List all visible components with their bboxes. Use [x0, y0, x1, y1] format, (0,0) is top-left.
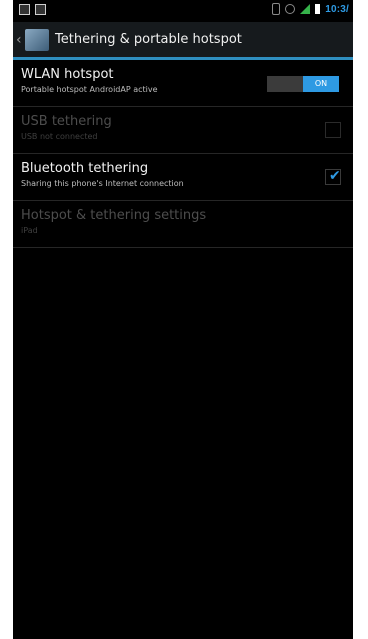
usb-tethering-item: USB tethering USB not connected	[13, 107, 353, 154]
checkmark-icon: ✔	[329, 168, 341, 184]
page-title: Tethering & portable hotspot	[55, 32, 242, 47]
hotspot-settings-item: Hotspot & tethering settings iPad	[13, 201, 353, 248]
status-bar: 10:3/	[13, 0, 353, 22]
alarm-icon	[285, 4, 296, 14]
back-chevron-icon[interactable]: ‹	[16, 32, 22, 48]
status-time: 10:3/	[325, 3, 349, 15]
hotspot-settings-title: Hotspot & tethering settings	[21, 208, 207, 223]
usb-tethering-checkbox	[325, 122, 341, 138]
settings-app-icon[interactable]	[25, 29, 49, 51]
bluetooth-tethering-summary: Sharing this phone's Internet connection	[21, 179, 184, 188]
gallery-icon	[35, 4, 46, 15]
status-bar-right: 10:3/	[272, 3, 349, 15]
usb-tethering-summary: USB not connected	[21, 132, 98, 141]
usb-tethering-title: USB tethering	[21, 114, 112, 129]
signal-icon	[300, 4, 311, 14]
wlan-hotspot-toggle[interactable]: ON	[267, 76, 339, 92]
bluetooth-icon	[272, 3, 281, 15]
toggle-on-thumb: ON	[303, 76, 339, 92]
wlan-hotspot-item[interactable]: WLAN hotspot Portable hotspot AndroidAP …	[13, 60, 353, 107]
hotspot-settings-summary: iPad	[21, 226, 38, 235]
action-bar: ‹ Tethering & portable hotspot	[13, 22, 353, 60]
bluetooth-tethering-title: Bluetooth tethering	[21, 161, 149, 176]
battery-icon	[315, 4, 321, 14]
notification-icon	[19, 4, 30, 15]
settings-list: WLAN hotspot Portable hotspot AndroidAP …	[13, 60, 353, 248]
bluetooth-tethering-checkbox[interactable]: ✔	[325, 168, 341, 185]
bluetooth-tethering-item[interactable]: Bluetooth tethering Sharing this phone's…	[13, 154, 353, 201]
phone-screen: 10:3/ ‹ Tethering & portable hotspot WLA…	[13, 0, 353, 639]
status-bar-left	[19, 4, 46, 15]
